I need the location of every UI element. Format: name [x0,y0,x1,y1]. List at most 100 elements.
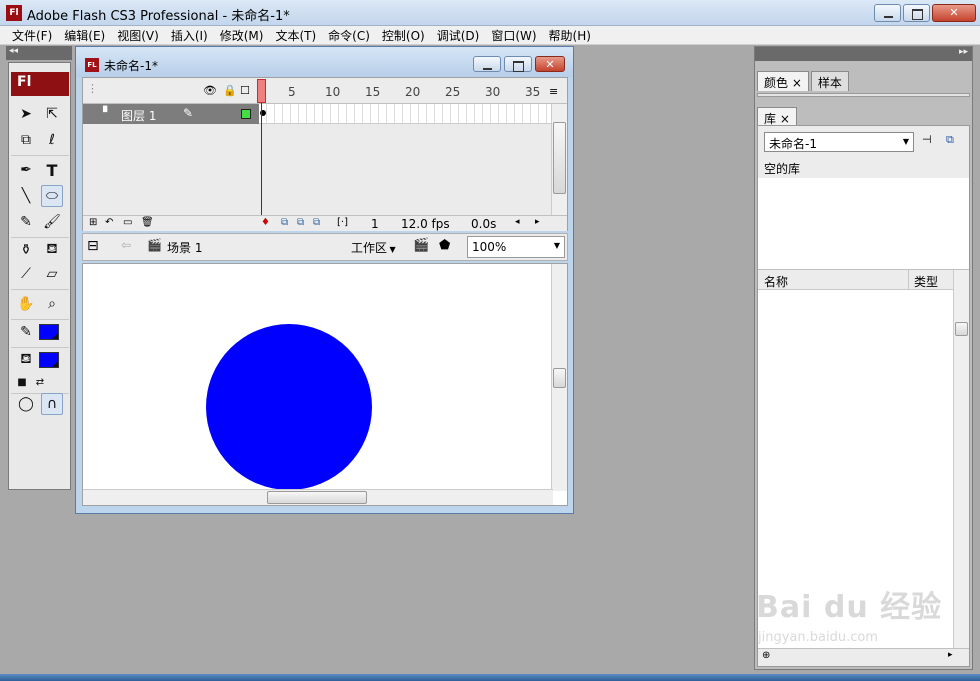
menu-modify[interactable]: 修改(M) [214,26,270,44]
stage-hscroll-thumb[interactable] [267,491,367,504]
tab-library[interactable]: 库 × [757,107,797,127]
doc-minimize-button[interactable] [473,56,501,72]
doc-maximize-button[interactable] [504,56,532,72]
layer-frames[interactable] [259,104,551,124]
new-library-icon[interactable]: ⧉ [946,133,954,147]
menu-insert[interactable]: 插入(I) [165,26,214,44]
scene-name[interactable]: 场景 1 [167,239,202,256]
stage-vscroll-thumb[interactable] [553,368,566,388]
menu-commands[interactable]: 命令(C) [322,26,376,44]
timeline-scroll-thumb[interactable] [553,122,566,194]
menu-edit[interactable]: 编辑(E) [58,26,111,44]
frame-rate: 12.0 fps [401,217,450,231]
stage-vscroll[interactable] [551,264,567,491]
hand-tool-icon[interactable]: ✋ [15,293,37,315]
doc-close-button[interactable] [535,56,565,72]
pencil-tool-icon[interactable]: ✎ [15,211,37,233]
onion-skin-icon[interactable]: ⧉ [281,217,288,228]
menu-view[interactable]: 视图(V) [111,26,165,44]
stage-hscroll[interactable] [83,489,553,505]
ink-bottle-tool-icon[interactable]: ⚱ [15,239,37,261]
text-tool-icon[interactable]: T [41,159,63,181]
lock-icon[interactable]: 🔒 [223,84,237,97]
drag-handle-icon[interactable]: ⋮ [87,82,98,95]
edit-multiple-frames-icon[interactable]: ⧉ [313,217,320,228]
collapse-arrows-icon[interactable]: ◂◂ [9,46,18,56]
right-panel-dock: ▸▸ 颜色 × 样本 库 × 未命名-1 ⊣ ⧉ 空的库 名称 类型 ⊕ ▸ [754,46,973,670]
paint-bucket-tool-icon[interactable]: ⛾ [41,239,63,261]
new-symbol-icon[interactable]: ⊕ [762,650,770,661]
object-drawing-icon[interactable]: ◯ [15,393,37,415]
menu-text[interactable]: 文本(T) [269,26,322,44]
expand-arrows-icon[interactable]: ▸▸ [959,47,968,57]
layer-name[interactable]: 图层 1 [121,107,156,124]
menu-control[interactable]: 控制(O) [376,26,431,44]
center-frame-icon[interactable]: ♦ [261,217,270,228]
timeline-menu-icon[interactable]: ≡ [549,85,558,98]
blue-circle-shape[interactable] [206,324,372,490]
tools-panel-header[interactable]: ◂◂ [6,46,72,60]
pencil-edit-icon: ✎ [183,106,194,120]
fill-color-swatch[interactable] [39,352,59,368]
lasso-tool-icon[interactable]: ℓ [41,129,63,151]
stroke-color-swatch[interactable] [39,324,59,340]
workspace-label: 工作区 [351,241,388,255]
playhead-line [261,103,262,215]
zoom-tool-icon[interactable]: ⌕ [41,293,63,315]
modify-markers-icon[interactable]: [·] [337,217,348,228]
tab-swatches[interactable]: 样本 [810,71,849,91]
snap-to-objects-icon[interactable]: ∩ [41,393,63,415]
maximize-button[interactable] [903,4,930,22]
stage-area[interactable] [82,263,568,506]
edit-scene-icon[interactable]: 🎬 [413,238,429,253]
close-tab-icon[interactable]: × [780,112,790,126]
layer-color-box[interactable] [241,109,251,119]
close-tab-icon[interactable]: × [792,76,802,90]
free-transform-tool-icon[interactable]: ⧉ [15,129,37,151]
pen-tool-icon[interactable]: ✒ [15,159,37,181]
brush-tool-icon[interactable]: 🖌 [41,211,63,233]
library-doc-select[interactable]: 未命名-1 [764,132,914,152]
menu-help[interactable]: 帮助(H) [543,26,597,44]
line-tool-icon[interactable]: ╲ [15,185,37,207]
menu-window[interactable]: 窗口(W) [485,26,542,44]
pin-library-icon[interactable]: ⊣ [922,133,932,146]
swap-colors-icon[interactable]: ⇄ [29,371,51,393]
edit-symbols-icon[interactable]: ⬟ [439,238,450,253]
timeline-vscroll[interactable] [551,104,567,215]
col-type[interactable]: 类型 [914,273,938,290]
trash-icon[interactable]: 🗑 [141,217,154,228]
outline-icon[interactable]: ☐ [240,84,250,97]
scroll-left-arrow-icon[interactable]: ◂ [515,217,520,227]
library-empty-text: 空的库 [764,162,801,176]
layer-row[interactable]: ▘ 图层 1 ✎ [83,104,259,124]
col-name[interactable]: 名称 [764,273,788,290]
menu-file[interactable]: 文件(F) [6,26,58,44]
library-scroll-thumb[interactable] [955,322,968,336]
current-frame: 1 [371,217,379,231]
insert-folder-icon[interactable]: ▭ [123,217,132,228]
menu-debug[interactable]: 调试(D) [431,26,486,44]
scroll-right-arrow-icon[interactable]: ▸ [535,217,540,227]
selection-tool-icon[interactable]: ➤ [15,103,37,125]
eyedropper-tool-icon[interactable]: ⟋ [15,263,37,285]
zoom-select[interactable]: 100% [467,236,565,258]
playhead[interactable] [257,79,266,103]
scroll-right-arrow-icon[interactable]: ▸ [948,650,953,660]
timeline-toggle-icon[interactable]: ⊟ [87,238,99,254]
library-vscroll[interactable] [953,270,969,648]
back-arrow-icon[interactable]: ⇦ [121,238,131,252]
tab-color[interactable]: 颜色 × [757,71,809,91]
dock-header[interactable]: ▸▸ [755,47,972,61]
eye-icon[interactable]: 👁 [203,84,217,97]
minimize-button[interactable] [874,4,901,22]
onion-outline-icon[interactable]: ⧉ [297,217,304,228]
workspace-dropdown[interactable]: 工作区 ▼ [351,239,396,256]
close-button[interactable] [932,4,976,22]
eraser-tool-icon[interactable]: ▱ [41,263,63,285]
motion-guide-icon[interactable]: ↶ [105,217,113,228]
menu-bar: 文件(F) 编辑(E) 视图(V) 插入(I) 修改(M) 文本(T) 命令(C… [0,26,980,45]
oval-tool-icon[interactable]: ⬭ [41,185,63,207]
subselection-tool-icon[interactable]: ⇱ [41,103,63,125]
insert-layer-icon[interactable]: ⊞ [89,217,97,228]
